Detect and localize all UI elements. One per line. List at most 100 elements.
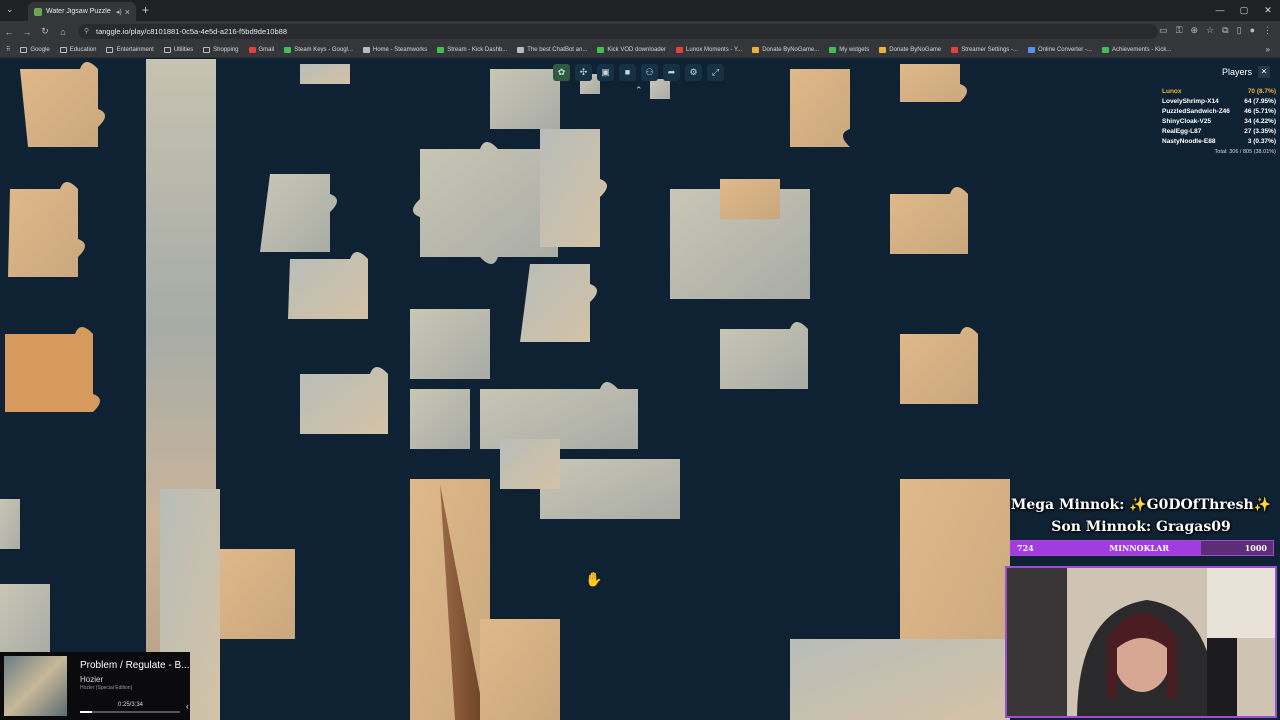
window-controls: — ▢ ✕ <box>1208 0 1280 21</box>
players-total: Total: 306 / 805 (38.01%) <box>1214 149 1276 155</box>
collapse-toolbar-icon[interactable]: ⌃ <box>635 85 643 96</box>
settings-icon[interactable]: ⚙ <box>685 64 702 81</box>
cast-icon[interactable]: ▭ <box>1159 25 1168 36</box>
bookmark-item[interactable]: Stream - Kick Dashb... <box>437 46 507 53</box>
puzzle-piece[interactable] <box>300 64 350 84</box>
donate-icon <box>752 46 760 53</box>
player-row: ShinyCloak-V25 34 (4.22%) <box>1162 118 1276 125</box>
puzzle-piece[interactable] <box>20 62 105 147</box>
bookmark-item[interactable]: Online Converter -... <box>1027 46 1092 53</box>
piece-cluster-bottom-right[interactable] <box>790 479 1010 720</box>
song-progress-fill <box>80 711 92 713</box>
webcam-image <box>1007 568 1275 716</box>
folder-icon <box>203 46 211 53</box>
bookmark-item[interactable]: Lunox Moments - Y... <box>676 46 742 53</box>
minimize-icon[interactable]: — <box>1208 0 1232 21</box>
apps-icon[interactable]: ⠿ <box>6 46 10 53</box>
piece-cluster-ship[interactable] <box>410 479 560 720</box>
bookmark-item[interactable]: Education <box>59 46 96 53</box>
extensions-icon[interactable]: ⧉ <box>1222 25 1228 36</box>
tab-search-icon[interactable]: ⌄ <box>6 4 14 15</box>
reload-icon[interactable]: ↻ <box>36 26 54 37</box>
speaker-icon[interactable]: ◂) <box>116 8 122 16</box>
bookmark-item[interactable]: Shopping <box>203 46 239 53</box>
hand-cursor-icon: ✋ <box>585 571 603 587</box>
puzzle-piece[interactable] <box>650 79 670 99</box>
puzzle-piece[interactable] <box>0 499 20 549</box>
puzzle-piece[interactable] <box>890 187 968 254</box>
bookmark-item[interactable]: My widgets <box>829 46 869 53</box>
puzzle-piece[interactable] <box>5 327 100 412</box>
mega-minnok-label: Mega Minnok: ✨G0DOfThresh✨ <box>1010 497 1272 513</box>
bookmark-star-icon[interactable]: ☆ <box>1206 25 1214 36</box>
bookmark-item[interactable]: Donate ByNoGame... <box>752 46 819 53</box>
puzzle-piece[interactable] <box>0 584 50 654</box>
password-icon[interactable]: ⚿ <box>1176 25 1183 36</box>
maximize-icon[interactable]: ▢ <box>1232 0 1256 21</box>
puzzle-piece[interactable] <box>8 182 85 277</box>
players-title: Players <box>1221 67 1252 77</box>
piece-cluster-top[interactable] <box>413 69 607 264</box>
bookmark-item[interactable]: Achievements - Kick... <box>1101 46 1171 53</box>
menu-icon[interactable]: ⋮ <box>1263 25 1272 36</box>
avatar[interactable]: ● <box>1250 25 1255 36</box>
fullscreen-icon[interactable]: ⤢ <box>707 64 724 81</box>
bookmark-item[interactable]: Donate ByNoGame <box>879 46 941 53</box>
bookmark-item[interactable]: Streamer Settings -... <box>951 46 1018 53</box>
shuffle-icon[interactable]: ✣ <box>575 64 592 81</box>
tab-favicon-icon <box>34 7 42 16</box>
close-tab-icon[interactable]: × <box>125 7 130 17</box>
folder-icon <box>106 46 114 53</box>
kick-icon <box>597 46 605 53</box>
bookmark-item[interactable]: Steam Keys - Googl... <box>284 46 353 53</box>
puzzle-piece[interactable] <box>900 64 967 102</box>
share-icon[interactable]: ➦ <box>663 64 680 81</box>
puzzle-piece[interactable] <box>288 252 368 319</box>
preview-image-icon[interactable]: ▣ <box>597 64 614 81</box>
back-icon[interactable]: ← <box>0 27 18 37</box>
kick-icon <box>437 46 445 53</box>
close-window-icon[interactable]: ✕ <box>1256 0 1280 21</box>
bookmark-item[interactable]: The best ChatBot an... <box>517 46 587 53</box>
song-artist: Hozier <box>80 675 104 684</box>
forward-icon[interactable]: → <box>18 27 36 37</box>
collapse-widget-icon[interactable]: ‹ <box>186 702 189 711</box>
son-minnok-label: Son Minnok: Gragas09 <box>1051 519 1231 535</box>
puzzle-mode-icon[interactable]: ✿ <box>553 64 570 81</box>
home-icon[interactable]: ⌂ <box>54 27 72 37</box>
puzzle-piece[interactable] <box>720 179 780 219</box>
close-players-icon[interactable]: ✕ <box>1258 66 1270 78</box>
tab-title: Water Jigsaw Puzzle <box>46 8 111 15</box>
site-info-icon[interactable]: ⚲ <box>84 24 89 39</box>
zoom-icon[interactable]: ⊕ <box>1191 25 1199 36</box>
bookmarks-bar: ⠿ Google Education Entertainment Utiliti… <box>0 42 1280 58</box>
tab-active[interactable]: Water Jigsaw Puzzle ◂) × <box>28 2 136 21</box>
goal-target: 1000 <box>1244 543 1267 553</box>
puzzle-piece[interactable] <box>300 367 388 434</box>
steam-icon <box>362 46 370 53</box>
new-tab-icon[interactable]: + <box>142 3 149 17</box>
puzzle-piece[interactable] <box>520 264 597 342</box>
sheets-icon <box>284 46 292 53</box>
folder-icon <box>59 46 67 53</box>
bookmark-item[interactable]: Gmail <box>248 46 274 53</box>
bookmark-item[interactable]: Utilities <box>163 46 193 53</box>
more-bookmarks-icon[interactable]: » <box>1266 45 1270 54</box>
bookmark-item[interactable]: Home - Steamworks <box>362 46 427 53</box>
puzzle-piece[interactable] <box>410 309 490 379</box>
bookmark-item[interactable]: Google <box>20 46 50 53</box>
piece-cluster-center[interactable] <box>480 382 680 519</box>
puzzle-piece[interactable] <box>410 389 470 449</box>
puzzle-piece[interactable] <box>260 174 337 252</box>
puzzle-piece[interactable] <box>720 322 808 389</box>
address-bar[interactable]: ⚲ tanggle.io/play/c8101881-0c5a-4e5d-a21… <box>78 24 1158 39</box>
background-color-icon[interactable]: ■ <box>619 64 636 81</box>
puzzle-piece[interactable] <box>790 69 850 147</box>
players-icon[interactable]: ⚇ <box>641 64 658 81</box>
puzzle-piece[interactable] <box>215 549 295 639</box>
puzzle-piece[interactable] <box>900 327 978 404</box>
bookmark-item[interactable]: Kick VOD downloader <box>597 46 666 53</box>
toolbar: ← → ↻ ⌂ ⚲ tanggle.io/play/c8101881-0c5a-… <box>0 21 1280 42</box>
bookmark-item[interactable]: Entertainment <box>106 46 154 53</box>
sidebar-icon[interactable]: ▯ <box>1237 25 1242 36</box>
